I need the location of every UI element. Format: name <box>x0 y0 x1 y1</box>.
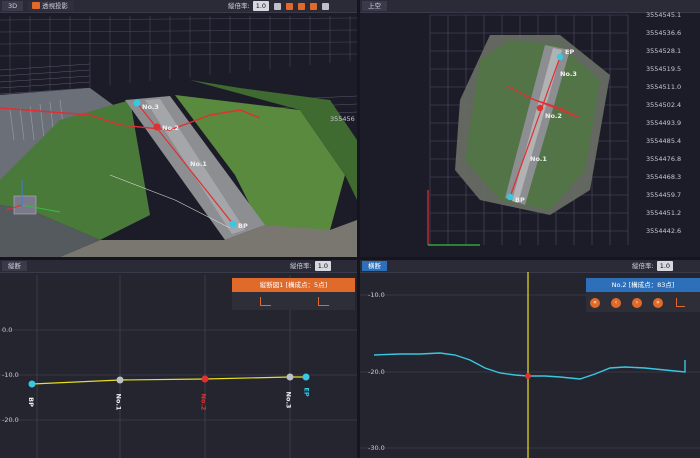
cross-y-tick: -20.0 <box>368 368 385 376</box>
y-tick: 3554485.4 <box>646 137 682 145</box>
long-label-ep: EP <box>302 387 311 397</box>
cross-banner: No.2 [構成点：83点] <box>586 278 700 292</box>
topview-label-ep: EP <box>565 48 575 56</box>
topview-label-no2: No.2 <box>545 112 562 120</box>
long-label-no1: No.1 <box>114 393 123 411</box>
y-tick: 3554511.0 <box>646 83 682 91</box>
point-no3[interactable] <box>133 99 141 107</box>
y-tick: 3554476.8 <box>646 155 682 163</box>
longitudinal-info-panel: 縦断図1 [構成点：5点] <box>232 278 355 310</box>
top-view-canvas[interactable] <box>360 0 700 257</box>
topview-label-no1: No.1 <box>530 155 547 163</box>
chart-edit-icon[interactable] <box>260 297 271 306</box>
long-y-tick: -20.0 <box>2 416 19 424</box>
panel-3d-view: 3D 透視投影 縦倍率: 1.0 No.3 No.2 No.1 BP 35545… <box>0 0 357 257</box>
cross-y-tick: -10.0 <box>368 291 385 299</box>
panel-longitudinal: 縦断 縦倍率: 1.0 縦断図1 [構成点：5点] 0.0 -10.0 -20.0… <box>0 260 357 458</box>
topview-point-no2[interactable] <box>536 104 544 112</box>
first-icon[interactable]: « <box>590 298 600 308</box>
point-no2[interactable] <box>153 123 161 131</box>
y-tick: 3554545.1 <box>646 11 682 19</box>
y-tick: 3554442.6 <box>646 227 682 235</box>
cross-y-tick: -30.0 <box>368 444 385 452</box>
y-tick: 3554468.3 <box>646 173 682 181</box>
y-tick: 3554519.5 <box>646 65 682 73</box>
long-label-bp: BP <box>26 397 35 407</box>
y-tick: 3554502.4 <box>646 101 682 109</box>
long-y-tick: 0.0 <box>2 326 13 334</box>
label-side-coordinate: 355456 <box>330 115 355 123</box>
topview-point-ep[interactable] <box>556 53 564 61</box>
longitudinal-banner: 縦断図1 [構成点：5点] <box>232 278 355 292</box>
topview-label-bp: BP <box>515 196 525 204</box>
cross-center-point[interactable] <box>525 373 531 379</box>
y-tick: 3554451.2 <box>646 209 682 217</box>
label-no1: No.1 <box>190 160 207 168</box>
chart-edit-icon[interactable] <box>676 298 685 307</box>
topview-point-bp[interactable] <box>506 193 514 201</box>
y-tick: 3554459.7 <box>646 191 682 199</box>
long-point-no2[interactable] <box>201 375 209 383</box>
long-y-tick: -10.0 <box>2 371 19 379</box>
y-tick: 3554536.6 <box>646 29 682 37</box>
long-point-no3[interactable] <box>286 373 294 381</box>
panel-top-view: 上空 EP No.3 No.2 No.1 BP 3554545.1 355453… <box>360 0 700 257</box>
prev-icon[interactable]: ‹ <box>611 298 621 308</box>
label-no3: No.3 <box>142 103 159 111</box>
y-tick: 3554493.9 <box>646 119 682 127</box>
long-point-bp[interactable] <box>28 380 36 388</box>
label-bp: BP <box>238 222 248 230</box>
point-bp[interactable] <box>229 220 237 228</box>
label-no2: No.2 <box>162 124 179 132</box>
long-point-ep[interactable] <box>302 373 310 381</box>
long-label-no3: No.3 <box>284 391 293 409</box>
chart-view-icon[interactable] <box>318 297 329 306</box>
long-point-no1[interactable] <box>116 376 124 384</box>
topview-label-no3: No.3 <box>560 70 577 78</box>
panel-cross-section: 横断 縦倍率: 1.0 No.2 [構成点：83点] « ‹ › » -10.0 … <box>360 260 700 458</box>
y-tick: 3554528.1 <box>646 47 682 55</box>
cross-info-panel: No.2 [構成点：83点] « ‹ › » <box>586 278 700 312</box>
next-icon[interactable]: › <box>632 298 642 308</box>
last-icon[interactable]: » <box>653 298 663 308</box>
long-label-no2: No.2 <box>199 393 208 411</box>
